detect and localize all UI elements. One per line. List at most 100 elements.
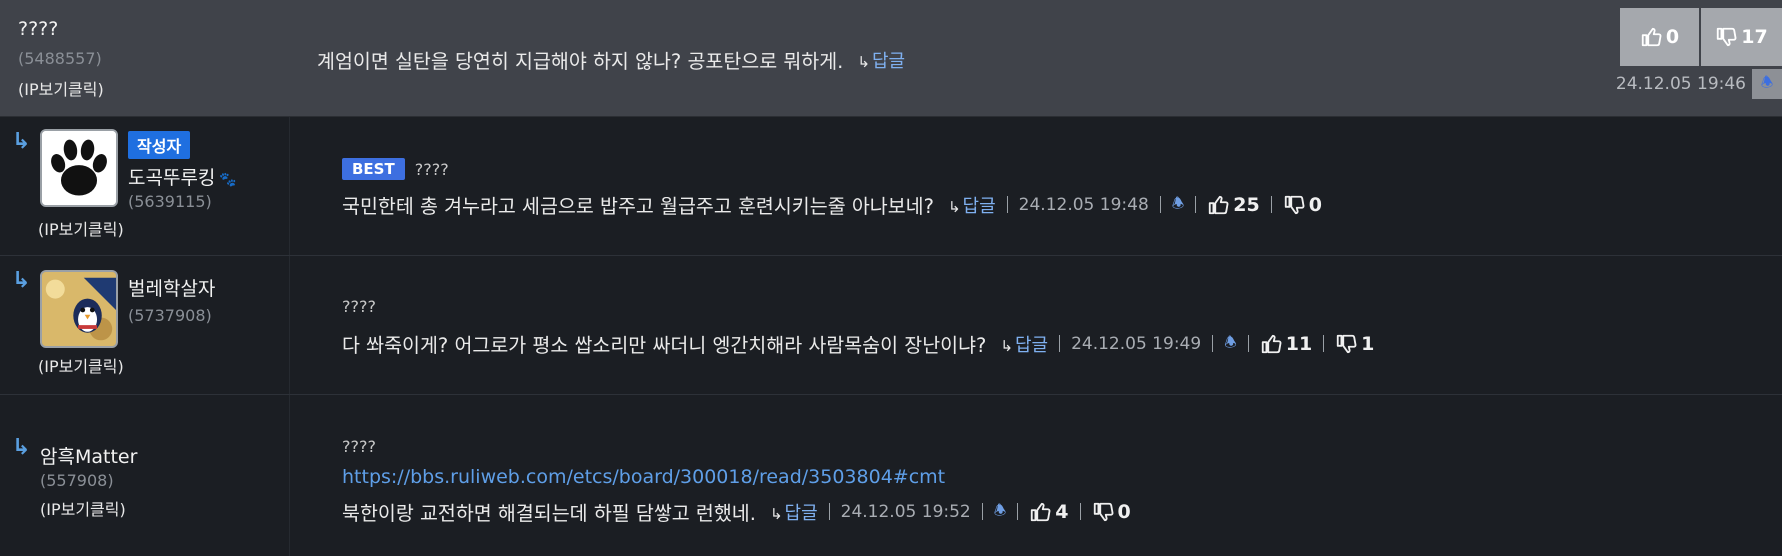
comment-row: ↳ 암흑Matter (557908) (IP보기클릭) ???? https:… (0, 395, 1782, 556)
username[interactable]: 암흑Matter (40, 442, 137, 469)
comment-meta: BEST ???? (342, 158, 449, 180)
like-button[interactable]: 0 (1620, 8, 1699, 66)
thumbs-up-icon (1207, 194, 1229, 216)
avatar[interactable] (40, 129, 118, 207)
thumbs-up-icon (1029, 501, 1051, 523)
comment-text: 계엄이면 실탄을 당연히 지급해야 하지 않나? 공포탄으로 뭐하게. (317, 50, 844, 73)
reply-arrow-icon: ↳ (1000, 336, 1013, 355)
reply-button[interactable]: ↳ 답글 (1000, 331, 1048, 357)
bell-icon: 🕭 (1760, 75, 1774, 91)
comment-body: 북한이랑 교전하면 해결되는데 하필 담쌓고 런했네. ↳ 답글 24.12.05… (342, 497, 1131, 526)
reply-label: 답글 (871, 50, 906, 72)
dislike-count: 0 (1117, 500, 1131, 523)
reply-button[interactable]: ↳ 답글 (857, 47, 905, 73)
thumbs-down-icon (1092, 501, 1114, 523)
username[interactable]: 도곡뚜루킹 🐾 (128, 163, 237, 190)
paw-badge-icon: 🐾 (219, 172, 237, 188)
comment-text: 북한이랑 교전하면 해결되는데 하필 담쌓고 런했네. (342, 502, 756, 525)
dislike-button[interactable]: 1 (1335, 333, 1374, 355)
report-button[interactable]: 🕭 (1752, 69, 1782, 99)
divider (1017, 503, 1019, 520)
like-count: 0 (1665, 26, 1680, 48)
comment-body: 국민한테 총 겨누라고 세금으로 밥주고 월급주고 훈련시키는줄 아나보네? ↳… (342, 190, 1322, 219)
divider (1079, 503, 1081, 520)
thumbs-down-icon (1715, 26, 1737, 48)
divider (981, 503, 983, 520)
reply-arrow-icon: ↳ (769, 504, 783, 523)
user-id: (5488557) (18, 49, 102, 68)
user-id: (5737908) (128, 306, 212, 325)
commenter-name: ???? (414, 159, 449, 179)
user-id: (557908) (40, 471, 114, 490)
divider (1159, 196, 1161, 213)
divider (1195, 196, 1197, 213)
timestamp: 24.12.05 19:46 (1615, 74, 1746, 94)
ip-view-link[interactable]: (IP보기클릭) (40, 496, 126, 520)
username[interactable]: ???? (18, 18, 58, 40)
user-id: (5639115) (128, 192, 212, 211)
avatar[interactable] (40, 270, 118, 348)
like-button[interactable]: 25 (1207, 193, 1260, 216)
thumbs-up-icon (1260, 333, 1282, 355)
username-text: 도곡뚜루킹 (128, 167, 216, 189)
like-button[interactable]: 4 (1029, 500, 1069, 523)
divider (1270, 196, 1272, 213)
comment-row: ↳ 작성자 도곡뚜루킹 🐾 (5639115) (IP보기클릭) BEST ???… (0, 117, 1782, 256)
timestamp: 24.12.05 19:52 (840, 501, 971, 522)
like-button[interactable]: 11 (1260, 333, 1312, 355)
reply-button[interactable]: ↳ 답글 (770, 499, 818, 525)
dislike-count: 17 (1741, 26, 1768, 48)
divider (1323, 335, 1325, 352)
like-count: 11 (1285, 332, 1313, 355)
bell-icon[interactable]: 🕭 (1172, 193, 1185, 217)
username[interactable]: 벌레학살자 (128, 274, 215, 301)
user-info: ???? (5488557) (IP보기클릭) (0, 0, 290, 116)
thumbs-down-icon (1335, 333, 1357, 355)
reply-indicator-icon: ↳ (12, 268, 31, 293)
user-info: ↳ 암흑Matter (557908) (IP보기클릭) (0, 395, 290, 556)
reply-label: 답글 (784, 502, 818, 524)
dislike-count: 0 (1308, 193, 1322, 216)
dislike-button[interactable]: 0 (1283, 194, 1322, 216)
divider (1247, 335, 1249, 352)
comment-meta: ???? (342, 437, 376, 456)
timestamp: 24.12.05 19:49 (1071, 333, 1202, 354)
divider (1059, 335, 1061, 352)
like-count: 25 (1233, 193, 1260, 216)
user-info: ↳ 벌레학살자 (5737908) (IP보기클릭) (0, 256, 290, 394)
dislike-button[interactable]: 17 (1701, 8, 1782, 66)
comment-text: 국민한테 총 겨누라고 세금으로 밥주고 월급주고 훈련시키는줄 아나보네? (342, 195, 934, 218)
dislike-count: 1 (1361, 332, 1375, 355)
like-count: 4 (1055, 500, 1069, 523)
reply-indicator-icon: ↳ (12, 129, 31, 154)
comment-row: ???? (5488557) (IP보기클릭) 계엄이면 실탄을 당연히 지급해… (0, 0, 1782, 117)
best-badge: BEST (342, 158, 405, 180)
reply-label: 답글 (1014, 334, 1049, 356)
comment-meta: ???? (342, 297, 376, 316)
user-info: ↳ 작성자 도곡뚜루킹 🐾 (5639115) (IP보기클릭) (0, 117, 290, 255)
reply-button[interactable]: ↳ 답글 (948, 192, 996, 218)
thumbs-up-icon (1640, 26, 1662, 48)
comment-body: 계엄이면 실탄을 당연히 지급해야 하지 않나? 공포탄으로 뭐하게. ↳ 답글 (317, 45, 905, 74)
commenter-name: ???? (342, 297, 376, 316)
thumbs-down-icon (1283, 194, 1305, 216)
reply-label: 답글 (962, 195, 996, 217)
bell-icon[interactable]: 🕭 (1224, 332, 1237, 356)
ip-view-link[interactable]: (IP보기클릭) (38, 353, 124, 377)
bell-icon[interactable]: 🕭 (994, 500, 1007, 524)
reply-indicator-icon: ↳ (12, 435, 31, 460)
dislike-button[interactable]: 0 (1092, 501, 1131, 523)
reply-arrow-icon: ↳ (947, 197, 961, 216)
reply-arrow-icon: ↳ (857, 52, 870, 71)
comment-row: ↳ 벌레학살자 (5737908) (IP보기클릭) ???? 다 쏴죽이게? … (0, 256, 1782, 395)
divider (828, 503, 830, 520)
timestamp: 24.12.05 19:48 (1018, 194, 1149, 215)
comment-body: 다 쏴죽이게? 어그로가 평소 쌉소리만 싸더니 엥간치해라 사람목숨이 장난이… (342, 329, 1374, 358)
divider (1212, 335, 1214, 352)
comment-link[interactable]: https://bbs.ruliweb.com/etcs/board/30001… (342, 466, 945, 488)
divider (1006, 196, 1008, 213)
author-badge: 작성자 (128, 131, 191, 159)
ip-view-link[interactable]: (IP보기클릭) (18, 76, 104, 100)
ip-view-link[interactable]: (IP보기클릭) (38, 216, 124, 240)
penguin-icon (42, 272, 116, 346)
